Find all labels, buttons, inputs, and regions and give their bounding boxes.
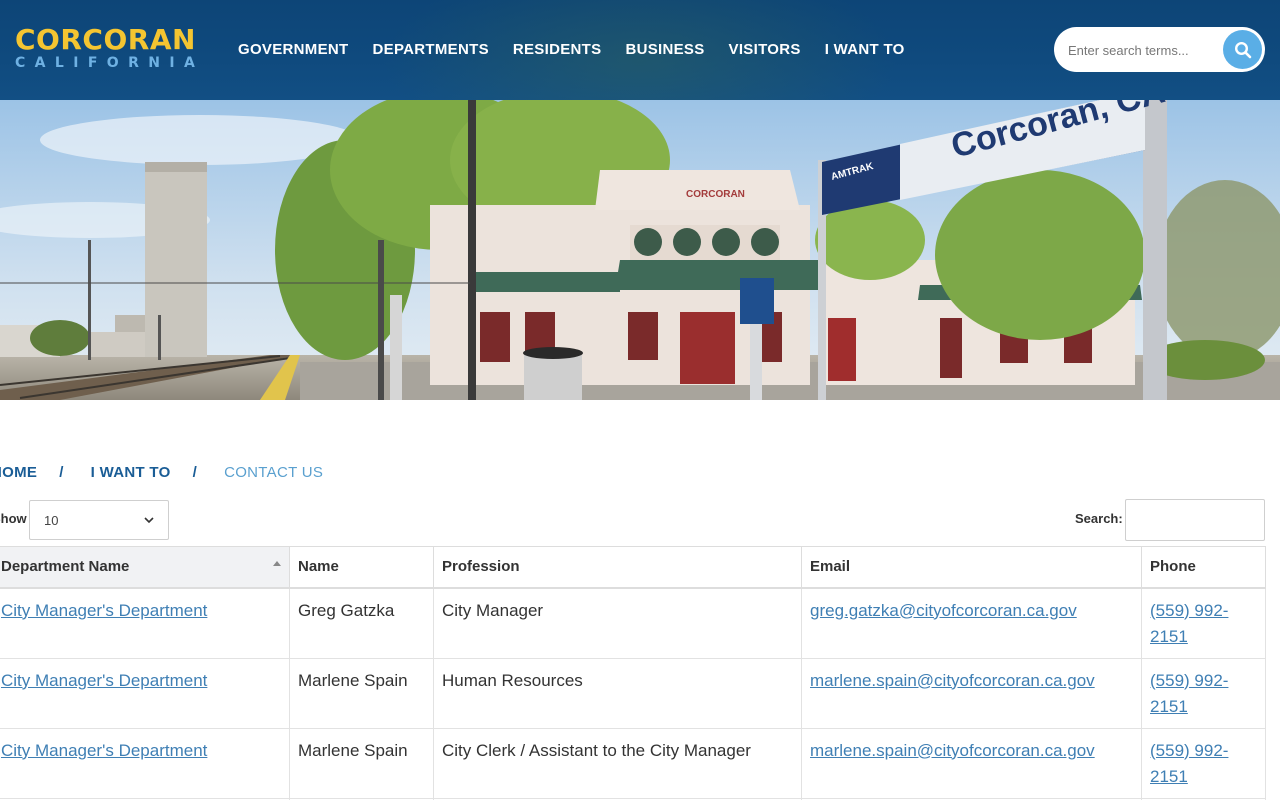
nav-item-departments[interactable]: DEPARTMENTS (361, 38, 501, 62)
breadcrumb-current: CONTACT US (224, 464, 324, 481)
phone-link[interactable]: (559) 992- 2151 (1150, 741, 1228, 786)
cell-department: City Manager's Department (0, 727, 290, 799)
cell-phone: (559) 992- 2151 (1141, 587, 1266, 659)
sort-ascending-icon (273, 561, 281, 566)
cell-name: Greg Gatzka (289, 587, 434, 659)
cell-phone: (559) 992- 2151 (1141, 727, 1266, 799)
logo-wordmark: CORCORAN (15, 23, 196, 56)
nav-item-government[interactable]: GOVERNMENT (226, 38, 361, 62)
breadcrumb-separator: / (59, 464, 64, 481)
phone-line-2: 2151 (1150, 766, 1188, 786)
phone-link[interactable]: (559) 992- 2151 (1150, 671, 1228, 716)
site-search-input[interactable] (1068, 39, 1218, 61)
breadcrumb-home[interactable]: HOME (0, 464, 37, 481)
contacts-table: Department Name Name Profession Email Ph… (0, 546, 1266, 800)
cell-email: greg.gatzka@cityofcorcoran.ca.gov (801, 587, 1142, 659)
cell-profession: City Manager (433, 587, 802, 659)
phone-line-2: 2151 (1150, 696, 1188, 716)
logo-subtitle: CALIFORNIA (15, 55, 205, 71)
email-link[interactable]: marlene.spain@cityofcorcoran.ca.gov (810, 741, 1095, 760)
table-row: City Manager's Department Marlene Spain … (0, 727, 1266, 799)
show-entries-select[interactable]: 10 (29, 500, 169, 540)
cell-email: marlene.spain@cityofcorcoran.ca.gov (801, 727, 1142, 799)
nav-item-residents[interactable]: RESIDENTS (501, 38, 614, 62)
corcoran-station-photo: CORCORAN Corcoran, CA AMTRAK (0, 100, 1280, 400)
breadcrumb-separator: / (192, 464, 198, 481)
table-row: City Manager's Department Greg Gatzka Ci… (0, 587, 1266, 659)
column-header-email[interactable]: Email (801, 546, 1142, 589)
column-header-name[interactable]: Name (289, 546, 434, 589)
hero-image: CORCORAN Corcoran, CA AMTRAK (0, 100, 1280, 400)
phone-line-1: (559) 992- (1150, 670, 1229, 690)
column-header-profession[interactable]: Profession (433, 546, 802, 589)
column-header-phone[interactable]: Phone (1141, 546, 1266, 589)
show-entries-label: Show (0, 511, 27, 526)
search-icon (1234, 41, 1251, 58)
department-link[interactable]: City Manager's Department (1, 601, 207, 620)
phone-line-1: (559) 992- (1150, 740, 1229, 760)
cell-name: Marlene Spain (289, 727, 434, 799)
email-link[interactable]: marlene.spain@cityofcorcoran.ca.gov (810, 671, 1095, 690)
department-link[interactable]: City Manager's Department (1, 741, 207, 760)
phone-line-2: 2151 (1150, 626, 1188, 646)
cell-email: marlene.spain@cityofcorcoran.ca.gov (801, 657, 1142, 729)
phone-link[interactable]: (559) 992- 2151 (1150, 601, 1228, 646)
table-row: City Manager's Department Marlene Spain … (0, 657, 1266, 729)
chevron-down-icon (144, 516, 154, 523)
nav-item-business[interactable]: BUSINESS (613, 38, 716, 62)
cell-profession: City Clerk / Assistant to the City Manag… (433, 727, 802, 799)
cell-name: Marlene Spain (289, 657, 434, 729)
department-link[interactable]: City Manager's Department (1, 671, 207, 690)
table-search-input[interactable] (1125, 499, 1265, 541)
email-link[interactable]: greg.gatzka@cityofcorcoran.ca.gov (810, 601, 1077, 620)
site-search (1054, 27, 1265, 72)
cell-profession: Human Resources (433, 657, 802, 729)
column-header-department[interactable]: Department Name (0, 546, 290, 589)
cell-phone: (559) 992- 2151 (1141, 657, 1266, 729)
cell-department: City Manager's Department (0, 657, 290, 729)
show-entries-value: 10 (44, 512, 59, 528)
table-header-row: Department Name Name Profession Email Ph… (0, 546, 1266, 589)
nav-item-visitors[interactable]: VISITORS (717, 38, 813, 62)
column-header-label: Department Name (1, 558, 130, 576)
breadcrumb: HOME / I WANT TO / CONTACT US (0, 464, 323, 481)
phone-line-1: (559) 992- (1150, 600, 1229, 620)
table-search-label: Search: (1075, 511, 1123, 526)
site-search-button[interactable] (1223, 30, 1262, 69)
site-header: CORCORAN CALIFORNIA GOVERNMENT DEPARTMEN… (0, 0, 1280, 100)
main-nav: GOVERNMENT DEPARTMENTS RESIDENTS BUSINES… (226, 38, 917, 62)
cell-department: City Manager's Department (0, 587, 290, 659)
nav-item-i-want-to[interactable]: I WANT TO (813, 38, 917, 62)
breadcrumb-i-want-to[interactable]: I WANT TO (91, 464, 171, 481)
building-sign: CORCORAN (686, 189, 745, 200)
site-logo[interactable]: CORCORAN CALIFORNIA (15, 26, 205, 76)
